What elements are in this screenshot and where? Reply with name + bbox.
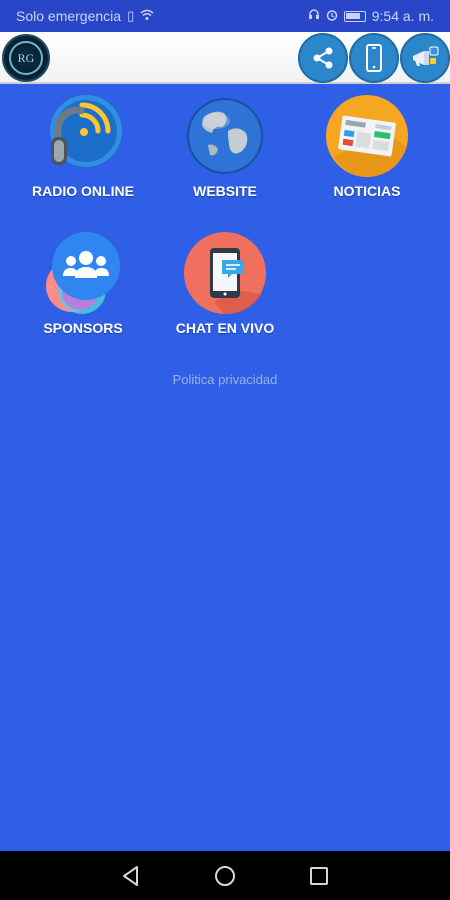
recents-icon: [310, 866, 328, 885]
tile-chat-en-vivo[interactable]: CHAT EN VIVO: [160, 232, 290, 336]
share-button[interactable]: [298, 33, 348, 83]
chat-phone-icon: [184, 232, 266, 315]
phone-button[interactable]: [349, 33, 399, 83]
battery-icon: [343, 10, 366, 22]
tile-label: RADIO ONLINE: [32, 183, 134, 199]
wifi-icon: [140, 9, 154, 24]
radio-headphones-icon: [42, 95, 124, 177]
home-button[interactable]: [213, 864, 237, 888]
back-button[interactable]: [119, 864, 143, 888]
app-bar: RG: [0, 32, 450, 84]
home-icon: [215, 865, 235, 886]
people-icon: [42, 232, 124, 314]
carrier-text: Solo emergencia: [16, 8, 122, 24]
tile-label: WEBSITE: [193, 183, 257, 199]
privacy-policy-link[interactable]: Politica privacidad: [0, 372, 450, 387]
phone-icon: [366, 44, 382, 72]
tile-noticias[interactable]: NOTICIAS: [302, 95, 432, 199]
tile-website[interactable]: WEBSITE: [160, 95, 290, 199]
tile-radio-online[interactable]: RADIO ONLINE: [18, 95, 148, 199]
recents-button[interactable]: [307, 864, 331, 888]
alarm-icon: [326, 9, 338, 24]
sim-icon: ▯: [127, 8, 135, 23]
newspaper-icon: [326, 95, 408, 177]
megaphone-button[interactable]: [400, 33, 450, 83]
tile-label: SPONSORS: [43, 320, 123, 336]
share-icon: [313, 47, 333, 69]
back-icon: [123, 865, 138, 886]
app-logo[interactable]: RG: [2, 34, 50, 82]
tile-sponsors[interactable]: SPONSORS: [18, 232, 148, 336]
logo-ring: RG: [9, 41, 43, 75]
logo-text: RG: [18, 51, 35, 65]
megaphone-icon: [413, 46, 439, 66]
status-bar: Solo emergencia ▯ 9:54 a. m.: [0, 0, 450, 32]
system-nav-bar: [0, 851, 450, 900]
globe-icon: [184, 95, 266, 177]
headset-icon: [308, 8, 320, 24]
tile-label: NOTICIAS: [333, 183, 401, 199]
clock-text: 9:54 a. m.: [371, 8, 434, 24]
tile-label: CHAT EN VIVO: [175, 320, 275, 336]
